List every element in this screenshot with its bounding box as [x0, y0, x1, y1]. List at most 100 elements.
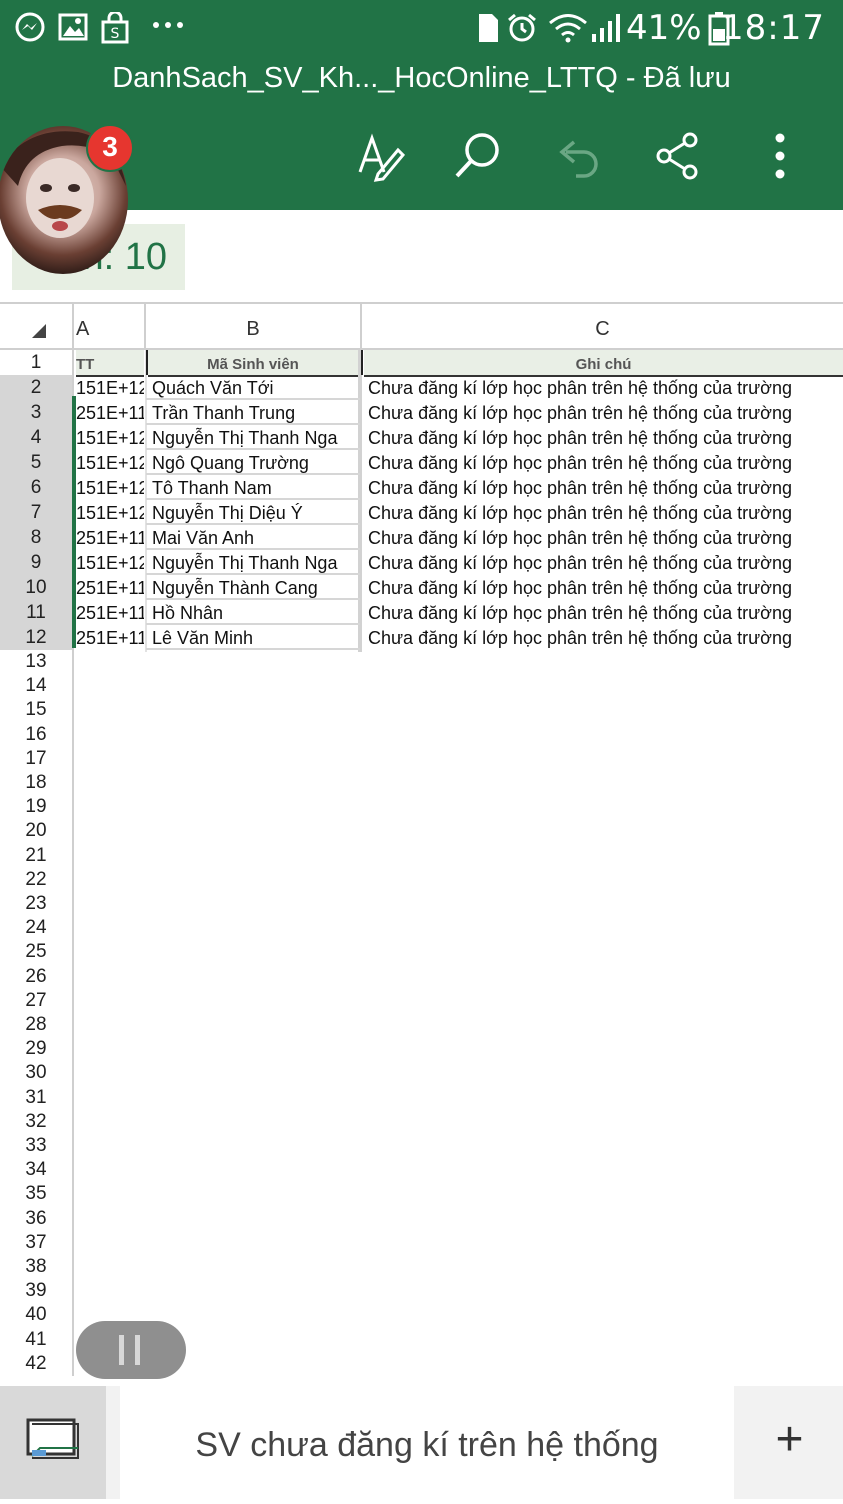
row-header[interactable]: 12: [0, 625, 74, 650]
row-header[interactable]: 10: [0, 575, 74, 600]
cell-b[interactable]: Lê Văn Minh: [152, 625, 356, 650]
row-header[interactable]: 31: [0, 1085, 74, 1110]
cell-b[interactable]: Nguyễn Thị Thanh Nga: [152, 550, 356, 575]
cell-a[interactable]: 151E+12: [76, 375, 144, 400]
cell-c[interactable]: Chưa đăng kí lớp học phân trên hệ thống …: [368, 475, 838, 500]
column-header-a[interactable]: A: [74, 302, 146, 350]
row-header[interactable]: 13: [0, 650, 74, 675]
add-sheet-button[interactable]: +: [736, 1386, 843, 1499]
row-header[interactable]: 9: [0, 550, 74, 575]
row-header[interactable]: 38: [0, 1255, 74, 1280]
cell-a[interactable]: 151E+12: [76, 550, 144, 575]
cell-a[interactable]: 151E+12: [76, 450, 144, 475]
row-header[interactable]: 5: [0, 450, 74, 475]
row-header[interactable]: 11: [0, 600, 74, 625]
cell-c[interactable]: Chưa đăng kí lớp học phân trên hệ thống …: [368, 625, 838, 650]
cell-c[interactable]: Chưa đăng kí lớp học phân trên hệ thống …: [368, 575, 838, 600]
row-header[interactable]: 23: [0, 892, 74, 917]
row-header[interactable]: 42: [0, 1351, 74, 1376]
row-header[interactable]: 33: [0, 1134, 74, 1159]
cell-b[interactable]: Nguyễn Thị Thanh Nga: [152, 425, 356, 450]
row-header[interactable]: 2: [0, 375, 74, 400]
row-header[interactable]: 6: [0, 475, 74, 500]
cell-c[interactable]: Chưa đăng kí lớp học phân trên hệ thống …: [368, 500, 838, 525]
row-header[interactable]: 1: [0, 350, 74, 375]
row-header[interactable]: 15: [0, 698, 74, 723]
signal-icon: [590, 12, 620, 49]
cell-a[interactable]: 251E+11: [76, 400, 144, 425]
header-cell-c[interactable]: Ghi chú: [364, 350, 843, 377]
row-header[interactable]: 21: [0, 843, 74, 868]
header-cell-b[interactable]: Mã Sinh viên: [148, 350, 358, 377]
cell-a[interactable]: 151E+12: [76, 425, 144, 450]
row-header[interactable]: 24: [0, 916, 74, 941]
cell-a[interactable]: 251E+11: [76, 525, 144, 550]
row-header[interactable]: 18: [0, 771, 74, 796]
row-header[interactable]: 36: [0, 1206, 74, 1231]
row-header[interactable]: 22: [0, 867, 74, 892]
row-header[interactable]: 28: [0, 1013, 74, 1038]
row-header[interactable]: 37: [0, 1230, 74, 1255]
row-header[interactable]: 39: [0, 1279, 74, 1304]
cell-b[interactable]: Nguyễn Thành Cang: [152, 575, 356, 600]
row-header[interactable]: 20: [0, 819, 74, 844]
column-header-b[interactable]: B: [146, 302, 362, 350]
row-header[interactable]: 40: [0, 1303, 74, 1328]
alarm-icon: [506, 12, 538, 49]
undo-icon: [550, 140, 606, 188]
cell-c[interactable]: Chưa đăng kí lớp học phân trên hệ thống …: [368, 400, 838, 425]
header-cell-a[interactable]: TT: [76, 350, 144, 377]
document-title[interactable]: DanhSach_SV_Kh..._HocOnline_LTTQ - Đã lư…: [0, 62, 843, 95]
row-header[interactable]: 19: [0, 795, 74, 820]
cell-b[interactable]: Quách Văn Tới: [152, 375, 356, 400]
cell-a[interactable]: 151E+12: [76, 475, 144, 500]
undo-button[interactable]: [550, 128, 606, 184]
row-header[interactable]: 14: [0, 674, 74, 699]
row-header[interactable]: 32: [0, 1109, 74, 1134]
row-header[interactable]: 30: [0, 1061, 74, 1086]
share-button[interactable]: [650, 128, 706, 184]
cell-a[interactable]: 151E+12: [76, 500, 144, 525]
cell-b[interactable]: Nguyễn Thị Diệu Ý: [152, 500, 356, 525]
row-header[interactable]: 8: [0, 525, 74, 550]
row-header[interactable]: 4: [0, 425, 74, 450]
cell-b[interactable]: Mai Văn Anh: [152, 525, 356, 550]
more-options-button[interactable]: [752, 128, 808, 184]
row-header[interactable]: 29: [0, 1037, 74, 1062]
select-all-corner[interactable]: [0, 302, 74, 350]
row-header[interactable]: 25: [0, 940, 74, 965]
row-header[interactable]: 3: [0, 400, 74, 425]
row-header[interactable]: 17: [0, 746, 74, 771]
cell-a[interactable]: 251E+11: [76, 575, 144, 600]
drag-handle[interactable]: [76, 1321, 186, 1379]
spreadsheet-grid[interactable]: A B C 1 2 3 4 5 6 7 8 9 10 11 12 13 14 15 16 17 18 19 20 21 2…: [0, 302, 843, 1388]
cell-c[interactable]: Chưa đăng kí lớp học phân trên hệ thống …: [368, 425, 838, 450]
column-header-c[interactable]: C: [362, 302, 843, 350]
cell-b[interactable]: Ngô Quang Trường: [152, 450, 356, 475]
selection-indicator: [72, 396, 76, 648]
cell-c[interactable]: Chưa đăng kí lớp học phân trên hệ thống …: [368, 525, 838, 550]
edit-button[interactable]: [352, 128, 408, 184]
sheet-tab-active[interactable]: SV chưa đăng kí trên hệ thống: [120, 1386, 734, 1499]
row-header[interactable]: 34: [0, 1158, 74, 1183]
row-header[interactable]: 7: [0, 500, 74, 525]
cell-b[interactable]: Tô Thanh Nam: [152, 475, 356, 500]
cell-c[interactable]: Chưa đăng kí lớp học phân trên hệ thống …: [368, 600, 838, 625]
cell-c[interactable]: Chưa đăng kí lớp học phân trên hệ thống …: [368, 450, 838, 475]
cell-b[interactable]: Hồ Nhân: [152, 600, 356, 625]
row-header[interactable]: 27: [0, 988, 74, 1013]
cell-a[interactable]: 251E+11: [76, 625, 144, 650]
cell-c[interactable]: Chưa đăng kí lớp học phân trên hệ thống …: [368, 375, 838, 400]
search-button[interactable]: [450, 128, 506, 184]
sheets-list-button[interactable]: [0, 1386, 106, 1499]
status-bar: S 41% 18:17: [0, 0, 843, 56]
row-header[interactable]: 35: [0, 1182, 74, 1207]
row-header[interactable]: 16: [0, 722, 74, 747]
gridline-b: [145, 350, 147, 652]
cell-a[interactable]: 251E+11: [76, 600, 144, 625]
row-header[interactable]: 26: [0, 964, 74, 989]
row-header[interactable]: 41: [0, 1327, 74, 1352]
cell-b[interactable]: Trần Thanh Trung: [152, 400, 356, 425]
more-dots-icon: [152, 18, 184, 36]
cell-c[interactable]: Chưa đăng kí lớp học phân trên hệ thống …: [368, 550, 838, 575]
